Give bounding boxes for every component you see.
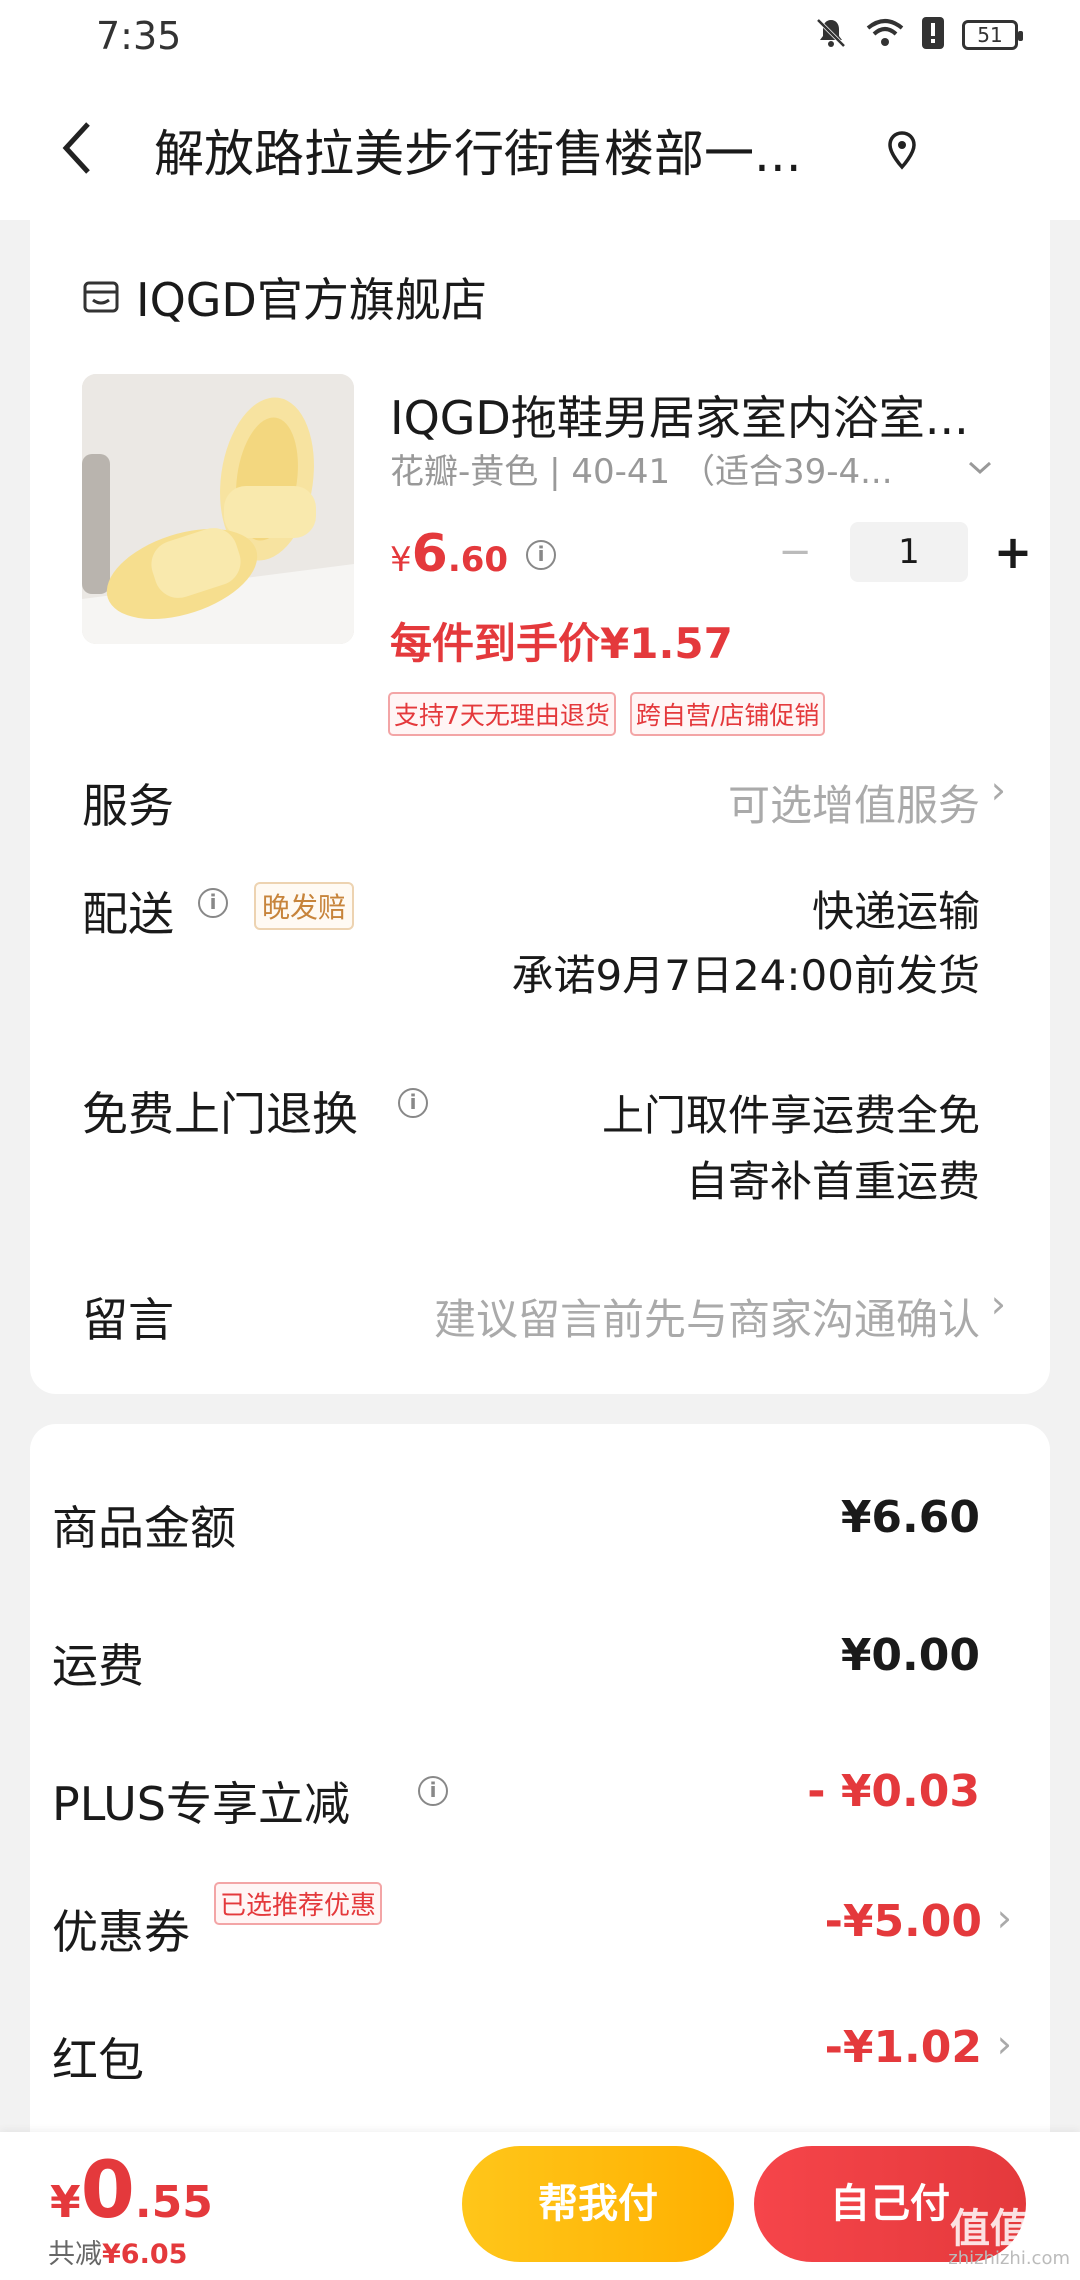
- coupon-badge: 已选推荐优惠: [214, 1882, 383, 1925]
- alert-icon: [922, 17, 944, 53]
- address-title[interactable]: 解放路拉美步行街售楼部一...: [154, 114, 854, 186]
- chevron-right-icon[interactable]: ›: [997, 2022, 1012, 2066]
- product-spec[interactable]: 花瓣-黄色 | 40-41 （适合39-4...: [390, 444, 950, 493]
- chevron-right-icon[interactable]: ›: [997, 1896, 1012, 1940]
- coupon-value[interactable]: -¥5.00: [825, 1896, 982, 1947]
- chevron-right-icon[interactable]: ›: [991, 768, 1006, 812]
- wifi-icon: [866, 18, 904, 52]
- total-integer: 0: [80, 2146, 135, 2236]
- store-header[interactable]: IQGD官方旗舰店: [82, 264, 487, 330]
- goods-amount-label: 商品金额: [52, 1501, 236, 1555]
- shipping-value: ¥0.00: [840, 1630, 980, 1681]
- help-pay-button[interactable]: 帮我付: [462, 2146, 734, 2262]
- red-packet-label: 红包: [52, 2033, 144, 2087]
- plus-discount-value: - ¥0.03: [807, 1766, 980, 1817]
- product-title[interactable]: IQGD拖鞋男居家室内浴室...: [390, 382, 1010, 448]
- store-icon: [82, 278, 120, 316]
- delivery-method: 快递运输: [811, 887, 980, 936]
- return-info-icon[interactable]: i: [398, 1088, 428, 1118]
- free-return-label: 免费上门退换: [82, 1087, 358, 1141]
- quantity-plus-button[interactable]: +: [988, 525, 1038, 579]
- plus-info-icon[interactable]: i: [418, 1776, 448, 1806]
- top-nav: 解放路拉美步行街售楼部一...: [0, 76, 1080, 220]
- product-price: ¥ 6 .60: [390, 524, 508, 584]
- price-info-icon[interactable]: i: [526, 540, 556, 570]
- quantity-stepper: − 1 +: [760, 522, 1038, 582]
- chevron-right-icon[interactable]: ›: [991, 1282, 1006, 1326]
- coupon-label: 优惠券: [52, 1905, 190, 1959]
- price-decimal: .60: [447, 540, 509, 580]
- chevron-down-icon[interactable]: [968, 450, 992, 483]
- total-saved: 共减¥6.05: [48, 2232, 187, 2271]
- late-compensation-badge: 晚发赔: [254, 882, 355, 930]
- saved-value: ¥6.05: [102, 2239, 188, 2270]
- red-packet-value[interactable]: -¥1.02: [825, 2022, 982, 2073]
- status-icons: 51: [814, 16, 1023, 54]
- product-tags: 支持7天无理由退货 跨自营/店铺促销: [388, 692, 826, 736]
- price-integer: 6: [411, 524, 448, 584]
- service-label: 服务: [82, 779, 174, 833]
- order-card: IQGD官方旗舰店 IQGD拖鞋男居家室内浴室... 花瓣-黄色 | 40-41…: [30, 214, 1050, 1394]
- unit-price: 每件到手价¥1.57: [390, 619, 733, 668]
- watermark-url: zhizhizhi.com: [948, 2248, 1070, 2269]
- price-currency: ¥: [390, 540, 412, 580]
- note-input[interactable]: 建议留言前先与商家沟通确认: [434, 1286, 980, 1347]
- total-currency: ¥: [50, 2177, 81, 2228]
- status-time: 7:35: [96, 14, 182, 58]
- return-line-2: 自寄补首重运费: [685, 1157, 980, 1206]
- plus-discount-label: PLUS专享立减: [52, 1777, 350, 1831]
- quantity-minus-button[interactable]: −: [760, 529, 830, 575]
- store-name: IQGD官方旗舰店: [136, 273, 487, 327]
- return-line-1: 上门取件享运费全免: [601, 1091, 980, 1140]
- total-decimal: .55: [134, 2177, 213, 2228]
- watermark-logo: 值值值: [950, 2206, 1070, 2252]
- quantity-value[interactable]: 1: [850, 522, 968, 582]
- product-image[interactable]: [82, 374, 354, 644]
- delivery-info-icon[interactable]: i: [198, 888, 228, 918]
- delivery-promise: 承诺9月7日24:00前发货: [511, 951, 980, 1000]
- tag-return-policy: 支持7天无理由退货: [388, 692, 616, 736]
- battery-icon: 51: [962, 20, 1023, 50]
- service-value[interactable]: 可选增值服务: [728, 772, 980, 833]
- shipping-label: 运费: [52, 1639, 144, 1693]
- tag-promotion: 跨自营/店铺促销: [629, 692, 826, 736]
- saved-prefix: 共减: [48, 2239, 102, 2270]
- status-bar: 7:35 51: [0, 0, 1080, 76]
- mute-bell-icon: [814, 16, 848, 54]
- location-pin-icon[interactable]: [886, 130, 918, 170]
- note-label: 留言: [82, 1293, 174, 1347]
- delivery-label: 配送: [82, 887, 174, 941]
- total-price: ¥ 0 .55: [50, 2146, 213, 2236]
- checkout-bar: ¥ 0 .55 共减¥6.05 帮我付 自己付: [0, 2132, 1080, 2280]
- back-icon[interactable]: [58, 116, 98, 180]
- goods-amount-value: ¥6.60: [840, 1492, 980, 1543]
